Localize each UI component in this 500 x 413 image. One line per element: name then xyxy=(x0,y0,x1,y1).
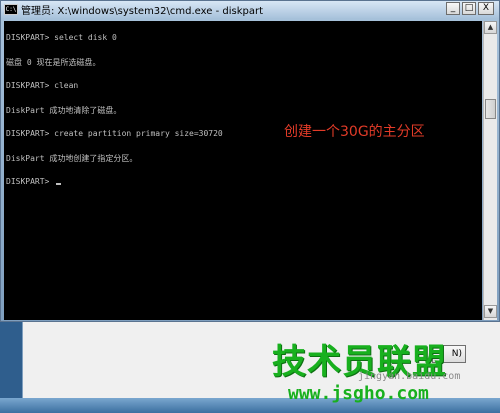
prompt-text: DISKPART> xyxy=(6,177,55,186)
annotation-label: 创建一个30G的主分区 xyxy=(284,124,425,140)
console-line: DiskPart 成功地清除了磁盘。 xyxy=(6,106,122,115)
scroll-down-button[interactable]: ▼ xyxy=(484,305,497,318)
close-button[interactable]: X xyxy=(478,2,494,15)
scroll-up-button[interactable]: ▲ xyxy=(484,21,497,34)
watermark-url: www.jsgho.com xyxy=(288,383,429,404)
console-prompt: DISKPART> xyxy=(6,177,62,186)
maximize-button[interactable]: □ xyxy=(462,2,476,15)
console-line: DISKPART> create partition primary size=… xyxy=(6,129,223,138)
console-line: DiskPart 成功地创建了指定分区。 xyxy=(6,154,138,163)
window-title: 管理员: X:\windows\system32\cmd.exe - diskp… xyxy=(21,6,264,17)
console-line: 磁盘 0 现在是所选磁盘。 xyxy=(6,58,101,67)
console-output[interactable]: DISKPART> select disk 0 磁盘 0 现在是所选磁盘。 DI… xyxy=(4,21,482,320)
scroll-thumb[interactable] xyxy=(485,99,496,119)
console-line: DISKPART> clean xyxy=(6,81,79,90)
window-controls: _ □ X xyxy=(444,2,494,15)
watermark-baidu: jingyan.baidu.com xyxy=(358,371,461,382)
console-line: DISKPART> select disk 0 xyxy=(6,33,117,42)
cmd-app-icon[interactable]: C:\ xyxy=(4,4,18,15)
title-bar[interactable]: C:\ 管理员: X:\windows\system32\cmd.exe - d… xyxy=(1,1,499,18)
vertical-scrollbar[interactable]: ▲ ▼ xyxy=(483,21,497,320)
minimize-button[interactable]: _ xyxy=(446,2,460,15)
cmd-window: C:\ 管理员: X:\windows\system32\cmd.exe - d… xyxy=(0,0,500,322)
text-cursor xyxy=(56,183,62,185)
